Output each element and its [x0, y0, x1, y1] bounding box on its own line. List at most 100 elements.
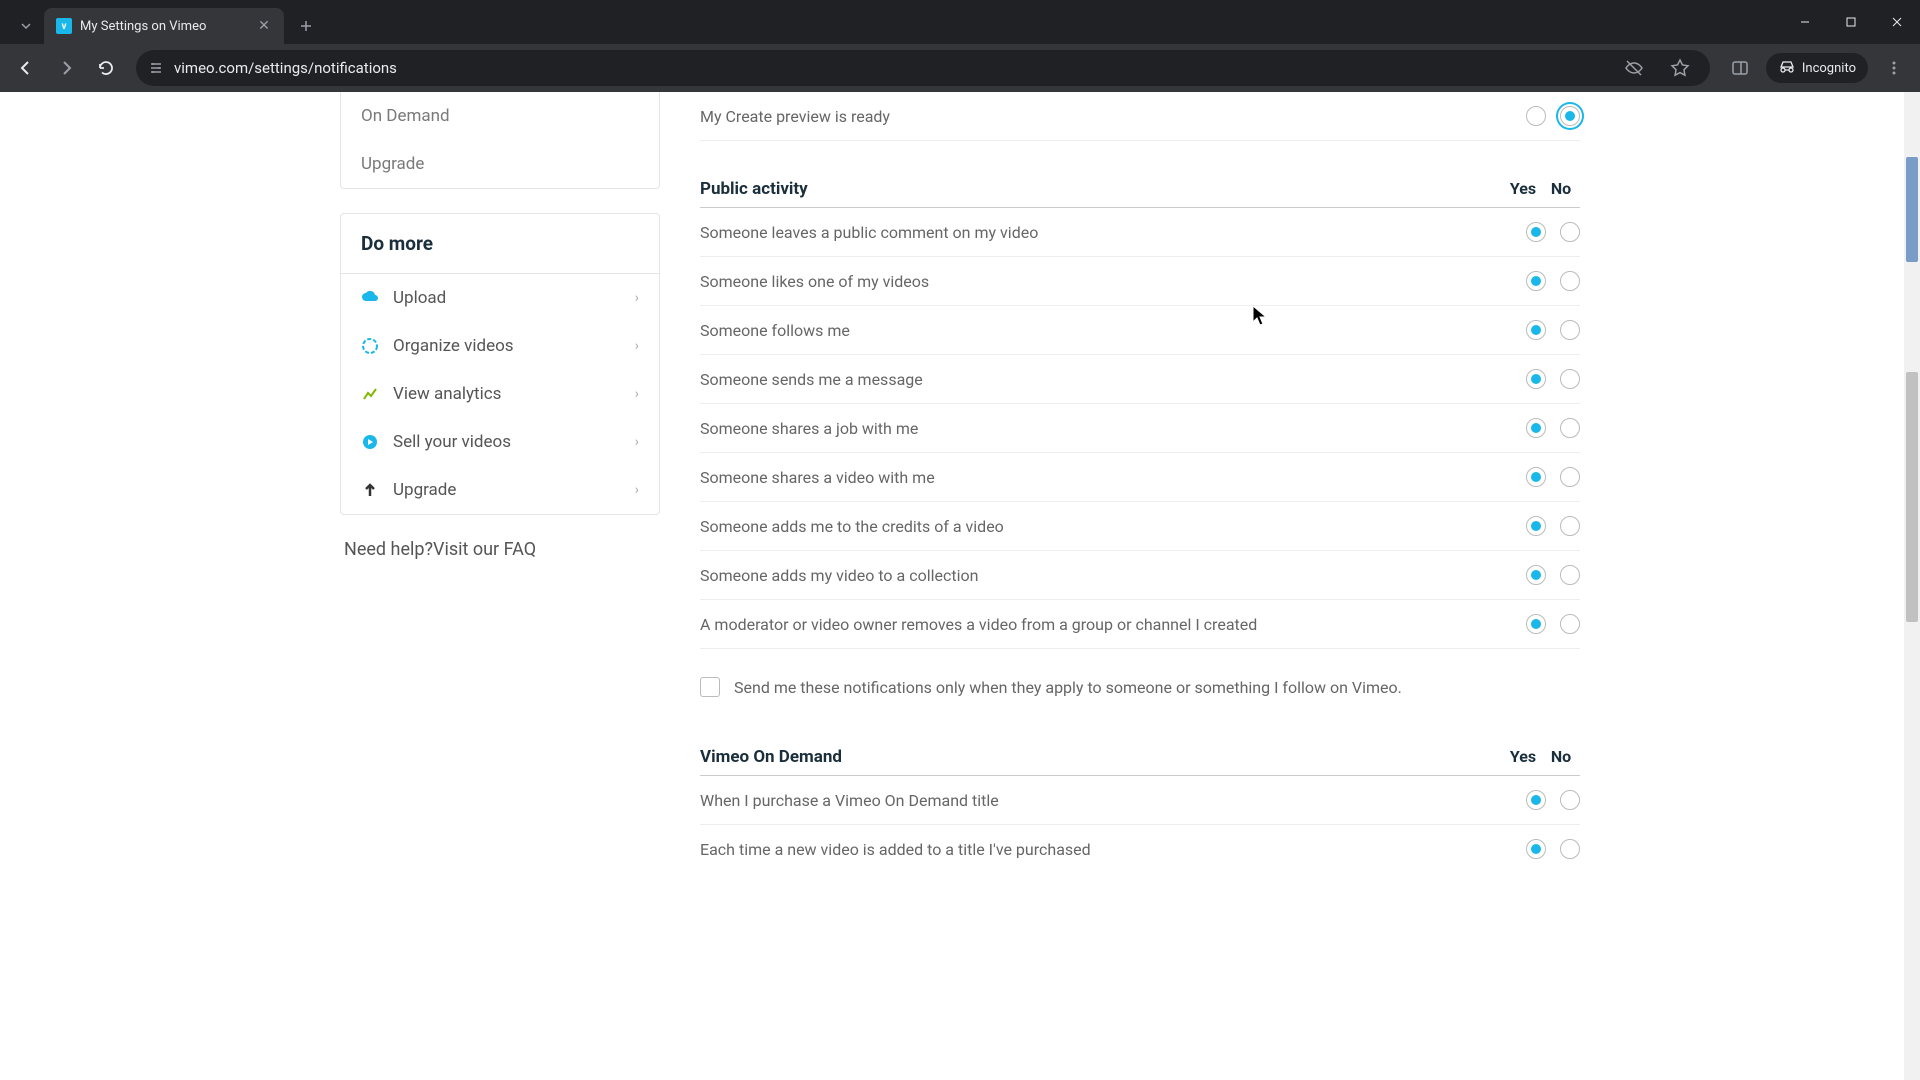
setting-row: Someone leaves a public comment on my vi…: [700, 208, 1580, 257]
setting-label: When I purchase a Vimeo On Demand title: [700, 791, 1526, 810]
setting-row: Someone adds me to the credits of a vide…: [700, 502, 1580, 551]
menu-icon[interactable]: [1876, 50, 1912, 86]
maximize-button[interactable]: [1828, 0, 1874, 44]
section-header: Public activity Yes No: [700, 169, 1580, 208]
vimeo-favicon-icon: v: [56, 18, 72, 34]
upgrade-arrow-icon: [361, 481, 379, 499]
sidebar-link-on-demand[interactable]: On Demand: [341, 92, 659, 140]
setting-label: Someone shares a video with me: [700, 468, 1526, 487]
window-controls: [1782, 0, 1920, 44]
forward-button[interactable]: [48, 50, 84, 86]
action-label: Organize videos: [393, 336, 514, 356]
reload-button[interactable]: [88, 50, 124, 86]
radio-no[interactable]: [1560, 320, 1580, 340]
cloud-upload-icon: [361, 289, 379, 307]
back-button[interactable]: [8, 50, 44, 86]
radio-yes[interactable]: [1526, 418, 1546, 438]
column-yes-label: Yes: [1504, 747, 1542, 766]
setting-label: My Create preview is ready: [700, 107, 1526, 126]
setting-label: Someone likes one of my videos: [700, 272, 1526, 291]
chevron-right-icon: ›: [635, 482, 639, 498]
scrollbar-thumb[interactable]: [1906, 157, 1918, 262]
radio-yes[interactable]: [1526, 369, 1546, 389]
site-info-icon[interactable]: [148, 60, 164, 76]
settings-sidebar: On Demand Upgrade Do more Upload › Organ…: [340, 92, 660, 913]
action-label: View analytics: [393, 384, 501, 404]
action-label: Upload: [393, 288, 446, 308]
setting-label: A moderator or video owner removes a vid…: [700, 615, 1526, 634]
eye-off-icon[interactable]: [1616, 50, 1652, 86]
minimize-button[interactable]: [1782, 0, 1828, 44]
setting-row-create-preview: My Create preview is ready: [700, 92, 1580, 141]
sidebar-action-analytics[interactable]: View analytics ›: [341, 370, 659, 418]
radio-yes[interactable]: [1526, 320, 1546, 340]
url-text: vimeo.com/settings/notifications: [174, 59, 1606, 77]
column-yes-label: Yes: [1504, 179, 1542, 198]
bookmark-star-icon[interactable]: [1662, 50, 1698, 86]
organize-icon: [361, 337, 379, 355]
radio-no[interactable]: [1560, 271, 1580, 291]
setting-label: Each time a new video is added to a titl…: [700, 840, 1526, 859]
close-window-button[interactable]: [1874, 0, 1920, 44]
setting-row: Someone sends me a message: [700, 355, 1580, 404]
radio-no[interactable]: [1560, 565, 1580, 585]
browser-tab[interactable]: v My Settings on Vimeo ✕: [44, 8, 284, 44]
analytics-icon: [361, 385, 379, 403]
action-label: Sell your videos: [393, 432, 511, 452]
setting-row: Someone adds my video to a collection: [700, 551, 1580, 600]
column-no-label: No: [1542, 179, 1580, 198]
chevron-right-icon: ›: [635, 386, 639, 402]
radio-yes[interactable]: [1526, 839, 1546, 859]
setting-label: Someone adds my video to a collection: [700, 566, 1526, 585]
setting-label: Someone leaves a public comment on my vi…: [700, 223, 1526, 242]
section-header: Vimeo On Demand Yes No: [700, 737, 1580, 776]
radio-yes[interactable]: [1526, 271, 1546, 291]
sidebar-action-sell[interactable]: Sell your videos ›: [341, 418, 659, 466]
radio-yes[interactable]: [1526, 790, 1546, 810]
radio-yes[interactable]: [1526, 467, 1546, 487]
setting-row: Someone shares a job with me: [700, 404, 1580, 453]
sidebar-action-upload[interactable]: Upload ›: [341, 274, 659, 322]
follow-only-checkbox[interactable]: [700, 677, 720, 697]
tab-search-dropdown[interactable]: [8, 8, 44, 44]
radio-no[interactable]: [1560, 418, 1580, 438]
side-panel-icon[interactable]: [1722, 50, 1758, 86]
radio-no[interactable]: [1560, 516, 1580, 536]
chevron-right-icon: ›: [635, 290, 639, 306]
close-tab-icon[interactable]: ✕: [256, 18, 272, 34]
sidebar-link-upgrade[interactable]: Upgrade: [341, 140, 659, 188]
incognito-badge[interactable]: Incognito: [1766, 53, 1868, 83]
radio-no[interactable]: [1560, 614, 1580, 634]
setting-row: Someone likes one of my videos: [700, 257, 1580, 306]
sidebar-action-upgrade[interactable]: Upgrade ›: [341, 466, 659, 514]
radio-yes[interactable]: [1526, 565, 1546, 585]
page-content: On Demand Upgrade Do more Upload › Organ…: [0, 92, 1920, 1080]
tab-title: My Settings on Vimeo: [80, 19, 248, 34]
help-faq-link[interactable]: Need help?Visit our FAQ: [340, 539, 660, 560]
address-bar[interactable]: vimeo.com/settings/notifications: [136, 50, 1710, 86]
radio-no[interactable]: [1560, 106, 1580, 126]
section-title: Vimeo On Demand: [700, 747, 1504, 767]
radio-no[interactable]: [1560, 839, 1580, 859]
do-more-header: Do more: [341, 214, 659, 274]
scrollbar-track[interactable]: [1904, 92, 1920, 1080]
setting-row: A moderator or video owner removes a vid…: [700, 600, 1580, 649]
new-tab-button[interactable]: [292, 12, 320, 40]
radio-yes[interactable]: [1526, 516, 1546, 536]
chevron-right-icon: ›: [635, 434, 639, 450]
radio-yes[interactable]: [1526, 222, 1546, 242]
radio-no[interactable]: [1560, 369, 1580, 389]
sidebar-action-organize[interactable]: Organize videos ›: [341, 322, 659, 370]
scrollbar-thumb-secondary[interactable]: [1906, 372, 1918, 622]
browser-tab-strip: v My Settings on Vimeo ✕: [0, 0, 1920, 44]
section-title: Public activity: [700, 179, 1504, 199]
radio-yes[interactable]: [1526, 614, 1546, 634]
radio-no[interactable]: [1560, 222, 1580, 242]
radio-no[interactable]: [1560, 790, 1580, 810]
column-no-label: No: [1542, 747, 1580, 766]
radio-no[interactable]: [1560, 467, 1580, 487]
radio-yes[interactable]: [1526, 106, 1546, 126]
incognito-label: Incognito: [1802, 61, 1856, 76]
sell-icon: [361, 433, 379, 451]
setting-row: Each time a new video is added to a titl…: [700, 825, 1580, 873]
